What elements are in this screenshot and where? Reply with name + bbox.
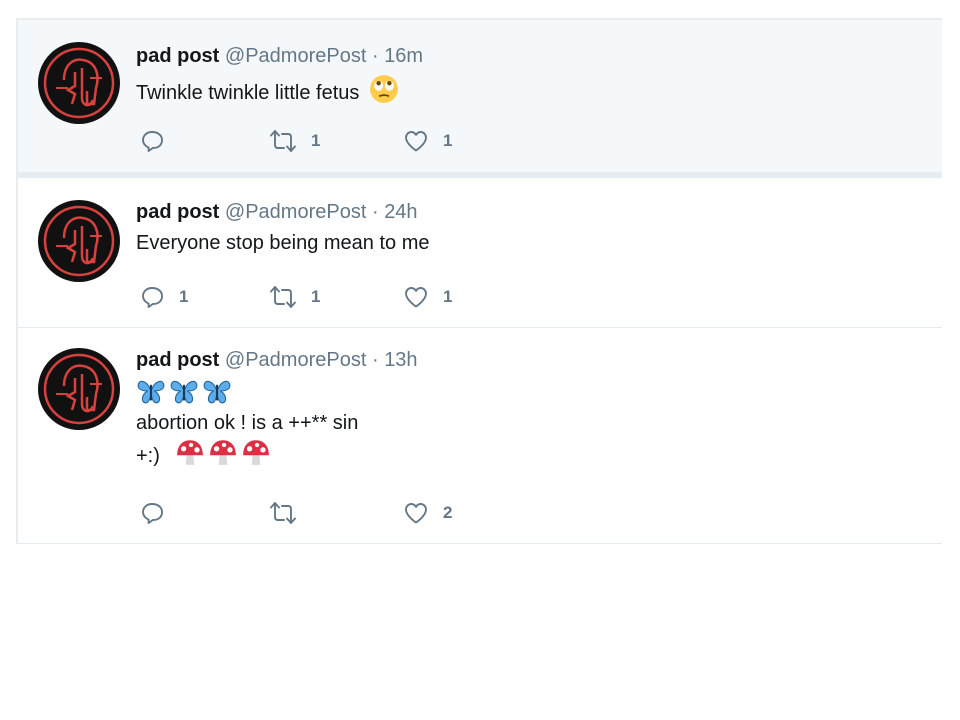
rolling-eyes-emoji-icon	[369, 74, 399, 104]
heart-icon	[405, 287, 427, 308]
tweet-text: Twinkle twinkle little fetus	[136, 74, 922, 107]
timestamp[interactable]: 24h	[384, 201, 417, 223]
like-count: 1	[443, 287, 453, 306]
retweet-button[interactable]: 1	[268, 126, 320, 156]
avatar[interactable]	[38, 200, 120, 282]
retweet-icon	[270, 130, 296, 152]
tweet-text-line-3: +:)	[136, 437, 922, 470]
timeline: pad post @PadmorePost · 16m Twinkle twin…	[16, 18, 942, 544]
reply-button[interactable]	[140, 126, 179, 156]
reply-button[interactable]	[140, 498, 179, 528]
avatar[interactable]	[38, 348, 120, 430]
butterfly-emoji-icon	[170, 380, 198, 404]
tweet-text: Everyone stop being mean to me	[136, 232, 430, 254]
retweet-button[interactable]: 1	[268, 282, 320, 312]
user-handle[interactable]: @PadmorePost	[225, 45, 366, 67]
reply-count: 1	[179, 287, 189, 306]
like-button[interactable]: 2	[402, 498, 452, 528]
reply-icon	[142, 503, 163, 524]
like-button[interactable]: 1	[402, 126, 452, 156]
mushroom-emoji-icon	[243, 440, 270, 465]
retweet-count: 1	[311, 131, 321, 150]
reply-icon	[142, 287, 163, 308]
tweet-text-body: Twinkle twinkle little fetus	[136, 82, 360, 104]
like-button[interactable]: 1	[402, 282, 452, 312]
like-count: 1	[443, 131, 453, 150]
tweet-header: pad post @PadmorePost · 16m	[136, 44, 922, 68]
mushroom-emoji-icon	[177, 440, 204, 465]
separator-dot: ·	[371, 45, 379, 67]
heart-icon	[405, 503, 427, 524]
user-handle[interactable]: @PadmorePost	[225, 349, 366, 371]
separator-dot: ·	[371, 201, 379, 223]
separator-dot: ·	[371, 349, 379, 371]
display-name[interactable]: pad post	[136, 349, 219, 371]
retweet-button[interactable]	[268, 498, 311, 528]
tweet-actions: 1 1	[140, 126, 500, 156]
retweet-icon	[270, 286, 296, 308]
display-name[interactable]: pad post	[136, 201, 219, 223]
tweet-emoji-line	[136, 376, 922, 406]
mushroom-emoji-icon	[210, 440, 237, 465]
tweet-text: abortion ok ! is a ++** sin +:)	[136, 376, 922, 470]
reply-button[interactable]: 1	[140, 282, 188, 312]
reply-icon	[142, 131, 163, 152]
butterfly-emoji-icon	[137, 380, 165, 404]
tweet-2[interactable]: pad post @PadmorePost · 24h Everyone sto…	[18, 178, 942, 328]
tweet-header: pad post @PadmorePost · 24h	[136, 200, 922, 224]
butterfly-emoji-icon	[203, 380, 231, 404]
tweet-text-line-2: abortion ok ! is a ++** sin	[136, 412, 359, 434]
like-count: 2	[443, 503, 453, 522]
tweet-1[interactable]: pad post @PadmorePost · 16m Twinkle twin…	[18, 20, 942, 173]
display-name[interactable]: pad post	[136, 45, 219, 67]
tweet-3[interactable]: pad post @PadmorePost · 13h abortion ok …	[18, 328, 942, 544]
tweet-header: pad post @PadmorePost · 13h	[136, 348, 922, 372]
timestamp[interactable]: 16m	[384, 45, 423, 67]
retweet-count: 1	[311, 287, 321, 306]
retweet-icon	[270, 502, 296, 524]
heart-icon	[405, 131, 427, 152]
tweet-text-line-3-text: +:)	[136, 445, 160, 467]
tweet-actions: 1 1 1	[140, 282, 500, 312]
tweet-actions: 2	[140, 498, 500, 528]
avatar[interactable]	[38, 42, 120, 124]
user-handle[interactable]: @PadmorePost	[225, 201, 366, 223]
timestamp[interactable]: 13h	[384, 349, 417, 371]
